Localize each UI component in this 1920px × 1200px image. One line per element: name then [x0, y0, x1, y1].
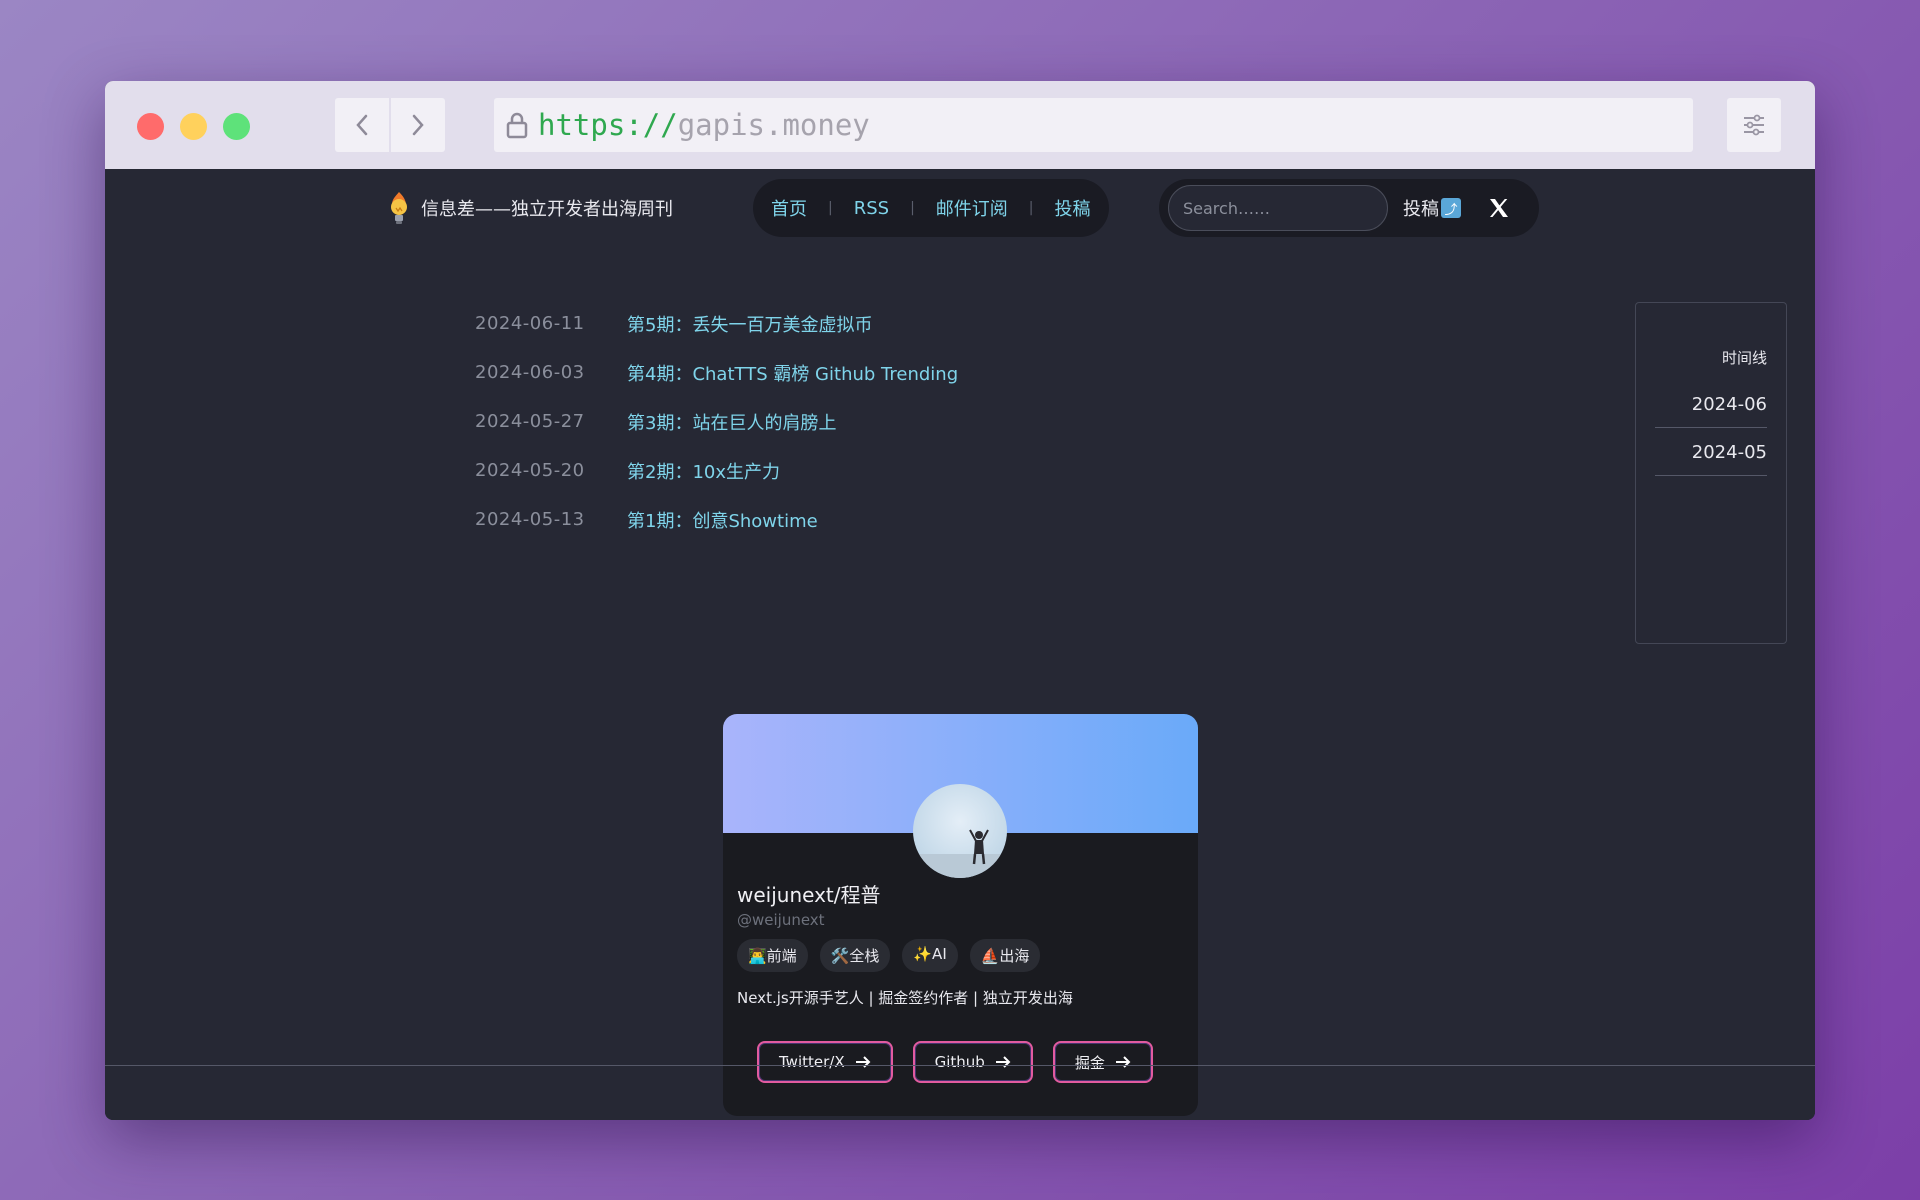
issue-date: 2024-05-27: [475, 411, 585, 432]
issue-date: 2024-05-20: [475, 460, 585, 481]
button-label: Github: [934, 1053, 985, 1071]
lightbulb-logo-icon: [391, 192, 407, 224]
settings-button[interactable]: [1727, 98, 1781, 152]
timeline-month-2024-05[interactable]: 2024-05: [1655, 428, 1767, 476]
profile-card: weijunext/程普 @weijunext 👨‍💻前端 🛠️全栈 ✨AI ⛵…: [723, 714, 1198, 1116]
arrow-right-icon: [995, 1056, 1011, 1068]
nav-divider: |: [828, 200, 833, 216]
address-bar[interactable]: https://gapis.money: [494, 98, 1693, 152]
issue-link[interactable]: 第1期：创意Showtime: [627, 507, 818, 533]
issue-link[interactable]: 第4期：ChatTTS 霸榜 Github Trending: [627, 360, 958, 386]
issue-link[interactable]: 第3期：站在巨人的肩膀上: [627, 409, 836, 435]
timeline-month-2024-06[interactable]: 2024-06: [1655, 380, 1767, 428]
issue-row: 2024-05-27 第3期：站在巨人的肩膀上: [475, 397, 958, 446]
chevron-left-icon: [356, 114, 368, 136]
profile-bio: Next.js开源手艺人 | 掘金签约作者 | 独立开发出海: [737, 989, 1073, 1007]
issue-row: 2024-05-20 第2期：10x生产力: [475, 446, 958, 495]
issue-date: 2024-05-13: [475, 509, 585, 530]
sliders-icon: [1744, 114, 1764, 136]
button-label: 掘金: [1074, 1053, 1105, 1072]
issue-link[interactable]: 第5期：丢失一百万美金虚拟币: [627, 311, 872, 337]
nav-rss[interactable]: RSS: [854, 198, 889, 219]
issue-date: 2024-06-11: [475, 313, 585, 334]
forward-button[interactable]: [391, 98, 445, 152]
maximize-window-button[interactable]: [223, 113, 250, 140]
github-link-button[interactable]: Github: [912, 1041, 1033, 1083]
arrow-right-icon: [855, 1056, 871, 1068]
tag-ai: ✨AI: [902, 939, 958, 972]
profile-handle: @weijunext: [737, 911, 825, 929]
nav-home[interactable]: 首页: [771, 195, 807, 221]
x-twitter-icon[interactable]: [1487, 196, 1511, 220]
arrow-right-icon: [1115, 1056, 1131, 1068]
footer-divider: [105, 1065, 1815, 1066]
submit-label: 投稿: [1403, 199, 1439, 220]
timeline-title: 时间线: [1721, 349, 1767, 367]
lock-icon: [506, 112, 528, 139]
nav-submit[interactable]: 投稿: [1055, 195, 1091, 221]
tag-overseas: ⛵出海: [969, 939, 1041, 972]
issue-row: 2024-06-03 第4期：ChatTTS 霸榜 Github Trendin…: [475, 348, 958, 397]
profile-links: Twitter/X Github 掘金: [757, 1041, 1153, 1083]
issue-date: 2024-06-03: [475, 362, 585, 383]
tag-fullstack: 🛠️全栈: [819, 939, 891, 972]
url-scheme: https://: [538, 108, 678, 142]
close-window-button[interactable]: [137, 113, 164, 140]
twitter-link-button[interactable]: Twitter/X: [757, 1041, 893, 1083]
page-content: 信息差——独立开发者出海周刊 首页 | RSS | 邮件订阅 | 投稿 投稿 ⤴…: [105, 169, 1815, 1120]
submit-link[interactable]: 投稿 ⤴: [1403, 195, 1461, 221]
profile-tags: 👨‍💻前端 🛠️全栈 ✨AI ⛵出海: [737, 939, 1041, 972]
browser-window: https://gapis.money 信息差——独立开发者出海周刊 首页 | …: [105, 81, 1815, 1120]
submit-arrow-icon: ⤴: [1441, 198, 1461, 218]
header-actions: 投稿 ⤴: [1159, 179, 1539, 237]
profile-name: weijunext/程普: [737, 883, 881, 907]
issue-link[interactable]: 第2期：10x生产力: [627, 458, 780, 484]
url-host: gapis.money: [677, 108, 870, 142]
nav-divider: |: [1028, 200, 1034, 216]
nav-email-subscribe[interactable]: 邮件订阅: [936, 195, 1008, 221]
browser-toolbar: https://gapis.money: [105, 81, 1815, 169]
issue-list: 2024-06-11 第5期：丢失一百万美金虚拟币 2024-06-03 第4期…: [475, 299, 958, 544]
person-silhouette-icon: [913, 829, 1007, 878]
brand-title: 信息差——独立开发者出海周刊: [421, 199, 673, 220]
search-input[interactable]: [1168, 185, 1388, 231]
tag-frontend: 👨‍💻前端: [737, 939, 808, 972]
minimize-window-button[interactable]: [180, 113, 207, 140]
issue-row: 2024-05-13 第1期：创意Showtime: [475, 495, 958, 544]
button-label: Twitter/X: [779, 1053, 845, 1071]
juejin-link-button[interactable]: 掘金: [1052, 1041, 1153, 1083]
avatar: [913, 784, 1007, 878]
chevron-right-icon: [412, 114, 424, 136]
issue-row: 2024-06-11 第5期：丢失一百万美金虚拟币: [475, 299, 958, 348]
back-button[interactable]: [335, 98, 389, 152]
timeline-panel: 时间线 2024-06 2024-05: [1635, 302, 1787, 644]
main-nav: 首页 | RSS | 邮件订阅 | 投稿: [753, 179, 1109, 237]
nav-divider: |: [910, 200, 915, 216]
site-brand[interactable]: 信息差——独立开发者出海周刊: [385, 190, 673, 226]
